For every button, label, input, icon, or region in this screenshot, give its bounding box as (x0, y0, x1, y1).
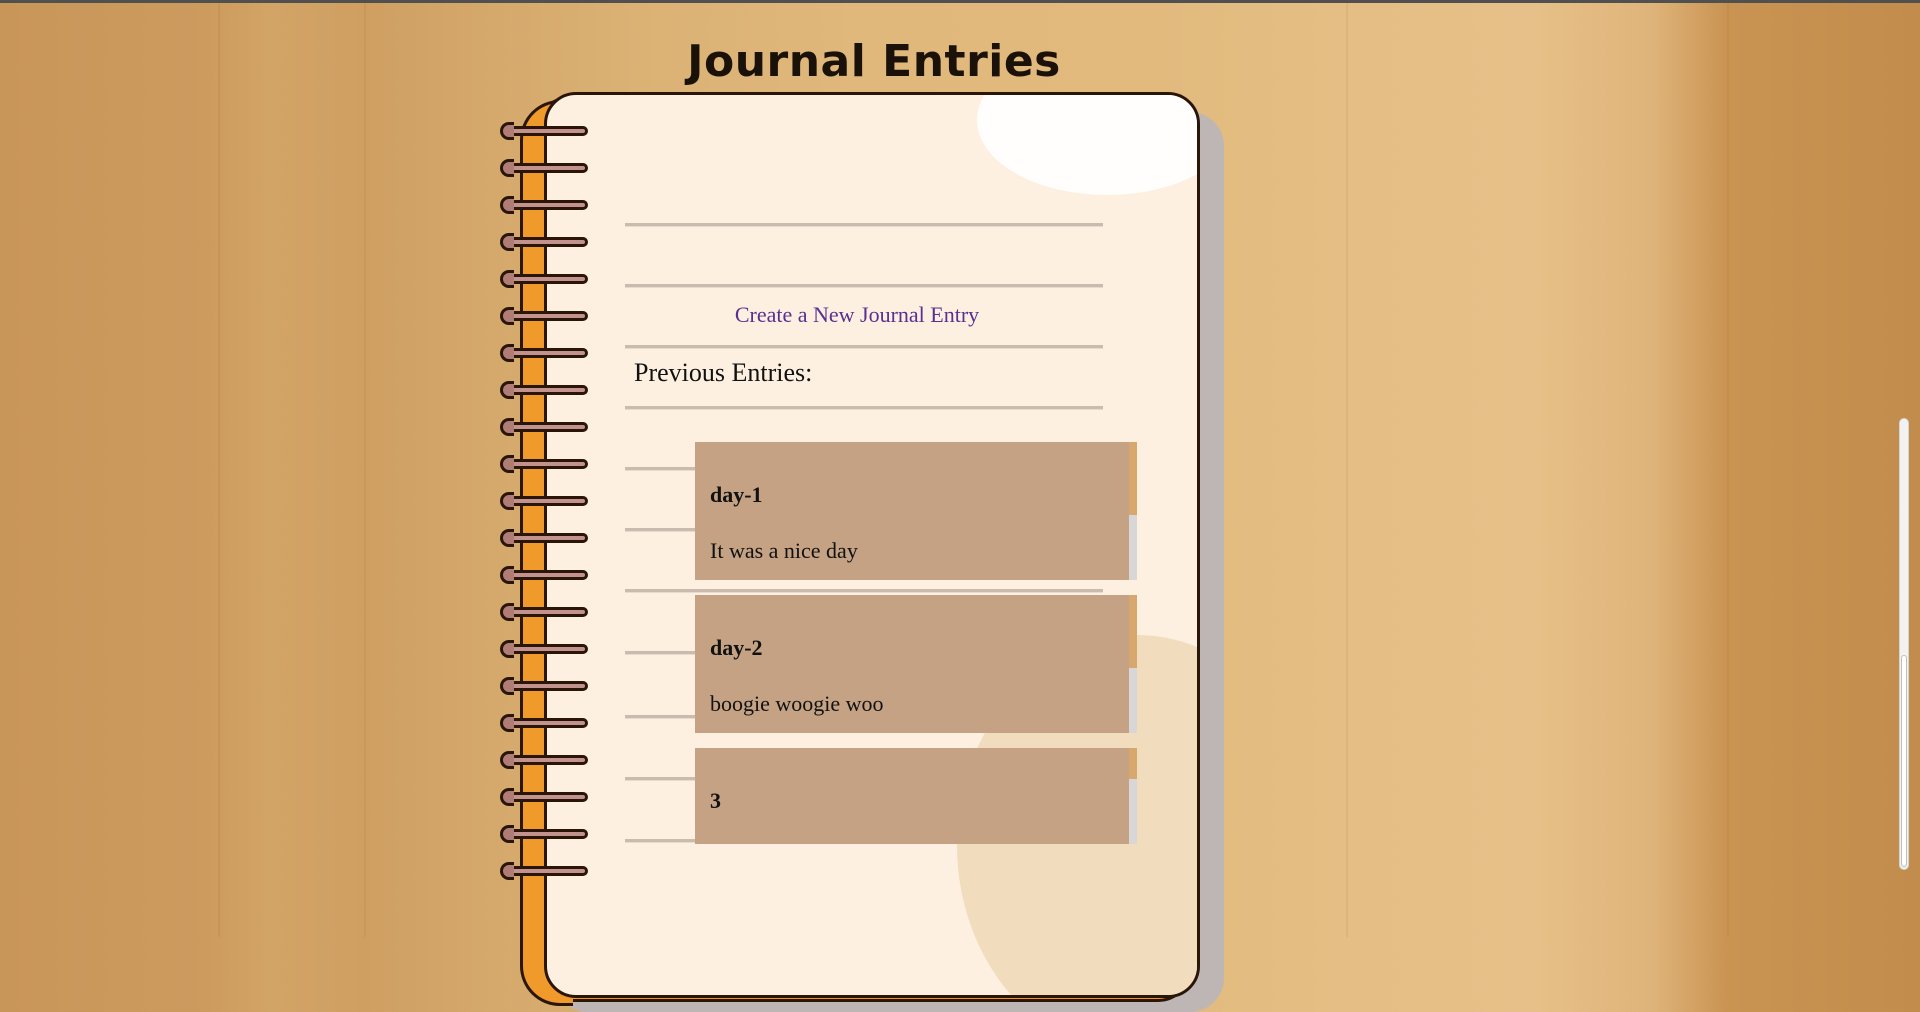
ring-loop (500, 270, 514, 288)
ring-wire (502, 681, 588, 691)
ring-wire (502, 459, 588, 469)
ring-loop (500, 344, 514, 362)
spiral-ring (500, 862, 590, 880)
entry-card[interactable]: 3 (695, 748, 1137, 844)
ring-loop (500, 159, 514, 177)
spiral-ring (500, 751, 590, 769)
ring-wire (502, 533, 588, 543)
ruled-line (625, 345, 1103, 348)
ring-loop (500, 677, 514, 695)
ring-wire (502, 644, 588, 654)
ring-wire (502, 237, 588, 247)
ring-loop (500, 455, 514, 473)
ring-loop (500, 122, 514, 140)
spiral-ring (500, 566, 590, 584)
spiral-ring (500, 492, 590, 510)
wood-grain (218, 3, 220, 937)
ring-loop (500, 566, 514, 584)
entry-card[interactable]: day-2 boogie woogie woo (695, 595, 1137, 733)
ring-wire (502, 126, 588, 136)
spiral-ring (500, 381, 590, 399)
previous-entries-heading: Previous Entries: (634, 358, 813, 387)
ring-wire (502, 829, 588, 839)
entry-title: 3 (710, 788, 721, 813)
ring-loop (500, 825, 514, 843)
page-scrollbar[interactable] (1899, 418, 1909, 870)
wood-grain (364, 3, 366, 937)
wood-grain (1727, 3, 1729, 937)
ring-wire (502, 311, 588, 321)
ring-loop (500, 492, 514, 510)
ring-wire (502, 718, 588, 728)
ring-wire (502, 792, 588, 802)
spiral-ring (500, 677, 590, 695)
ring-loop (500, 640, 514, 658)
spiral-ring (500, 122, 590, 140)
spiral-ring (500, 825, 590, 843)
ring-wire (502, 163, 588, 173)
spiral-ring (500, 159, 590, 177)
ring-wire (502, 607, 588, 617)
ring-wire (502, 570, 588, 580)
spiral-ring (500, 788, 590, 806)
ring-loop (500, 233, 514, 251)
create-entry-link[interactable]: Create a New Journal Entry (724, 302, 990, 328)
ruled-line (625, 284, 1103, 287)
ring-loop (500, 381, 514, 399)
entry-title: day-1 (710, 482, 763, 507)
ruled-line (625, 406, 1103, 409)
page-title: Journal Entries (687, 36, 1061, 87)
page-highlight (977, 95, 1197, 195)
spiral-ring (500, 307, 590, 325)
entries-list: day-1 It was a nice day day-2 boogie woo… (695, 442, 1145, 859)
ring-loop (500, 862, 514, 880)
entry-body: boogie woogie woo (710, 691, 884, 716)
spiral-binding (500, 122, 590, 922)
ring-wire (502, 348, 588, 358)
ring-loop (500, 196, 514, 214)
ring-wire (502, 755, 588, 765)
ring-loop (500, 788, 514, 806)
wood-grain (1346, 3, 1348, 937)
spiral-ring (500, 529, 590, 547)
entry-title: day-2 (710, 635, 763, 660)
ring-loop (500, 307, 514, 325)
spiral-ring (500, 270, 590, 288)
entry-body: It was a nice day (710, 538, 858, 563)
ring-wire (502, 866, 588, 876)
ring-wire (502, 200, 588, 210)
ring-loop (500, 529, 514, 547)
spiral-ring (500, 233, 590, 251)
scrollbar-thumb[interactable] (1901, 655, 1907, 867)
ring-loop (500, 418, 514, 436)
spiral-ring (500, 344, 590, 362)
ring-loop (500, 751, 514, 769)
spiral-ring (500, 603, 590, 621)
spiral-ring (500, 714, 590, 732)
spiral-ring (500, 640, 590, 658)
ruled-line (625, 223, 1103, 226)
ring-wire (502, 422, 588, 432)
spiral-ring (500, 196, 590, 214)
ring-wire (502, 385, 588, 395)
spiral-ring (500, 418, 590, 436)
ring-loop (500, 714, 514, 732)
entry-card[interactable]: day-1 It was a nice day (695, 442, 1137, 580)
window-top-border (0, 0, 1920, 3)
ring-wire (502, 274, 588, 284)
ring-loop (500, 603, 514, 621)
spiral-ring (500, 455, 590, 473)
ring-wire (502, 496, 588, 506)
